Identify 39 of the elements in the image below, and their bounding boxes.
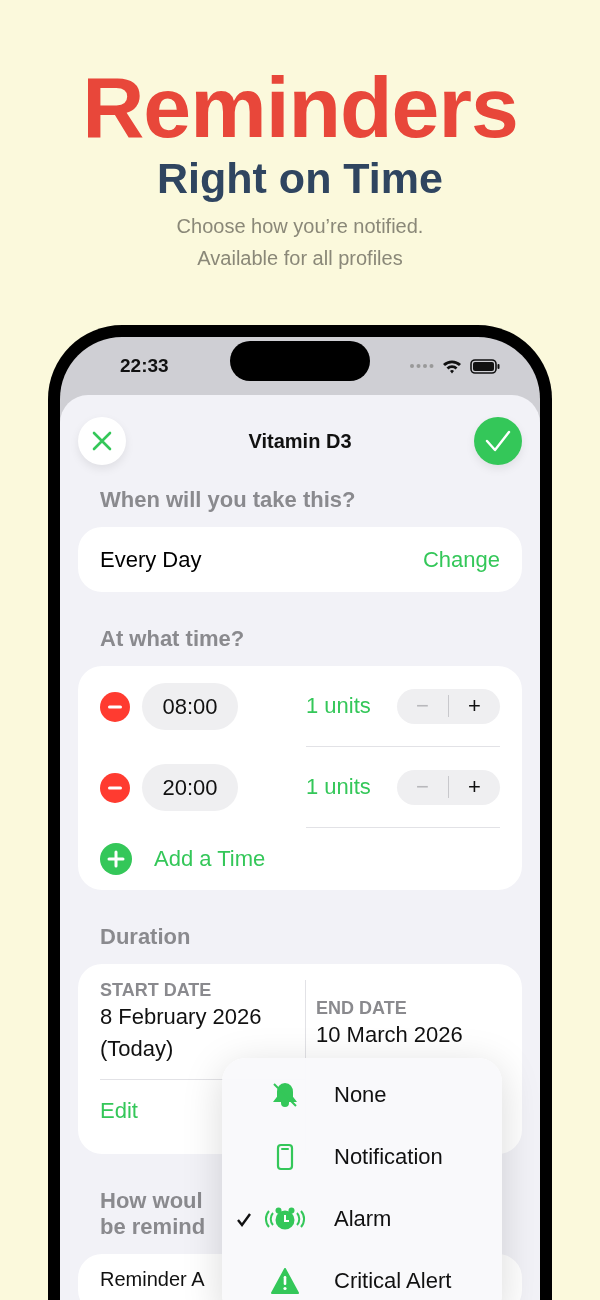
description-text: Available for all profiles (196, 246, 404, 271)
end-date-text: 10 March 2026 (316, 1021, 463, 1049)
status-time: 22:33 (120, 355, 169, 377)
increment-button[interactable]: + (449, 774, 500, 800)
dose-text: 1 units (306, 693, 371, 719)
section-heading: When will you take this? (99, 487, 357, 513)
start-date-text: 8 February 2026 (Today) (100, 1003, 263, 1063)
section-heading: be remind (100, 1214, 206, 1240)
menu-item[interactable]: Critical Alert (222, 1250, 502, 1300)
subheadline: Right on Time (157, 153, 443, 204)
remove-icon[interactable] (100, 691, 130, 722)
add-icon[interactable] (100, 843, 132, 875)
bell-slash-icon (271, 1081, 299, 1109)
sheet-title: Vitamin D3 (248, 429, 352, 453)
schedule-value: Every Day (100, 546, 202, 573)
section-heading: How woul (100, 1188, 203, 1214)
confirm-button[interactable] (474, 417, 522, 465)
wifi-icon (442, 358, 462, 374)
time-button[interactable]: 20:00 (142, 764, 238, 811)
section-heading: At what time? (99, 626, 246, 652)
dose-text: 1 units (306, 774, 371, 800)
field-label: END DATE (316, 998, 408, 1019)
close-icon (92, 431, 112, 451)
dose-stepper[interactable]: − + (397, 769, 500, 805)
menu-item[interactable]: Notification (222, 1126, 502, 1188)
description-text: Choose how you’re notified. (176, 214, 424, 239)
time-button[interactable]: 08:00 (142, 683, 238, 730)
remove-icon[interactable] (100, 772, 130, 803)
field-label: START DATE (100, 980, 213, 1001)
warning-icon (271, 1268, 299, 1294)
battery-icon (470, 358, 500, 374)
close-button[interactable] (78, 417, 126, 465)
headline: Reminders (82, 62, 518, 152)
section-heading: Duration (99, 924, 192, 950)
dose-stepper[interactable]: − + (397, 688, 500, 724)
checkmark-icon (485, 430, 511, 452)
signal-icon (410, 364, 434, 368)
increment-button[interactable]: + (449, 693, 500, 719)
menu-item[interactable]: Alarm (222, 1188, 502, 1250)
